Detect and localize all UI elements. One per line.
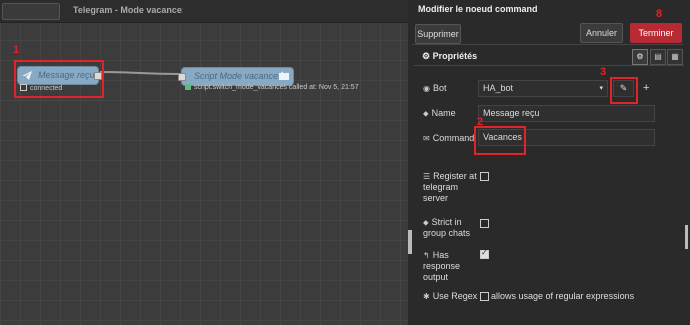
- command-label: ✉ Command: [423, 133, 475, 143]
- envelope-icon: ✉: [423, 134, 430, 143]
- delete-button[interactable]: Supprimer: [415, 24, 461, 44]
- gear-icon: ⚙: [422, 51, 431, 61]
- bot-select[interactable]: HA_bot ▾: [478, 80, 608, 97]
- asterisk-icon: ✱: [423, 292, 430, 301]
- reply-icon: ↰: [423, 251, 430, 260]
- name-input[interactable]: Message reçu: [478, 105, 655, 122]
- regex-hint: allows usage of regular expressions: [491, 291, 635, 301]
- list-icon: ☰: [423, 172, 431, 181]
- regex-label: ✱ Use Regex: [423, 291, 478, 301]
- node-label: Script Mode vacances: [194, 71, 283, 81]
- cancel-button[interactable]: Annuler: [580, 23, 623, 43]
- highlight-box: [14, 60, 104, 98]
- divider: [412, 44, 684, 45]
- node-status: script.switch_mode_vacances called at: N…: [185, 84, 359, 91]
- tab-appearance-icon[interactable]: ▦: [667, 49, 683, 65]
- tag-icon: ⬥: [423, 218, 429, 227]
- regex-checkbox[interactable]: [480, 292, 489, 301]
- tab-description-icon[interactable]: ▤: [650, 49, 666, 65]
- register-checkbox[interactable]: [480, 172, 489, 181]
- name-label: ⬥ Name: [423, 108, 456, 118]
- bot-label: ◉ Bot: [423, 83, 447, 93]
- response-label: ↰ Has response output: [423, 250, 461, 282]
- annotation-number: 1: [13, 44, 20, 56]
- add-bot-button[interactable]: +: [643, 82, 649, 94]
- strict-checkbox[interactable]: [480, 219, 489, 228]
- register-label: ☰ Register at telegram server: [423, 171, 477, 203]
- tab-settings-gear-icon[interactable]: ⚙: [632, 49, 648, 65]
- editor-title: Modifier le noeud command: [418, 4, 538, 14]
- robot-icon: ◉: [423, 84, 430, 93]
- panel-resize-handle[interactable]: [408, 230, 412, 254]
- node-wire: [99, 71, 181, 75]
- strict-label: ⬥ Strict in group chats: [423, 217, 471, 238]
- script-icon: [275, 68, 293, 85]
- scrollbar[interactable]: [685, 225, 688, 249]
- annotation-number: 8: [656, 8, 663, 20]
- properties-tab-bar: ⚙ Propriétés ⚙ ▤ ▦: [414, 47, 684, 66]
- annotation-number: 3: [600, 66, 607, 78]
- highlight-box: [610, 77, 638, 104]
- plus-icon: +: [643, 82, 650, 94]
- status-dot-icon: [185, 84, 191, 90]
- response-checkbox[interactable]: [480, 248, 489, 259]
- tag-icon: ⬥: [423, 109, 429, 118]
- chevron-down-icon: ▾: [599, 85, 603, 92]
- highlight-box: [474, 126, 526, 155]
- tab-properties[interactable]: ⚙ Propriétés: [422, 51, 477, 62]
- input-port[interactable]: [178, 73, 186, 81]
- done-button[interactable]: Terminer: [630, 23, 682, 43]
